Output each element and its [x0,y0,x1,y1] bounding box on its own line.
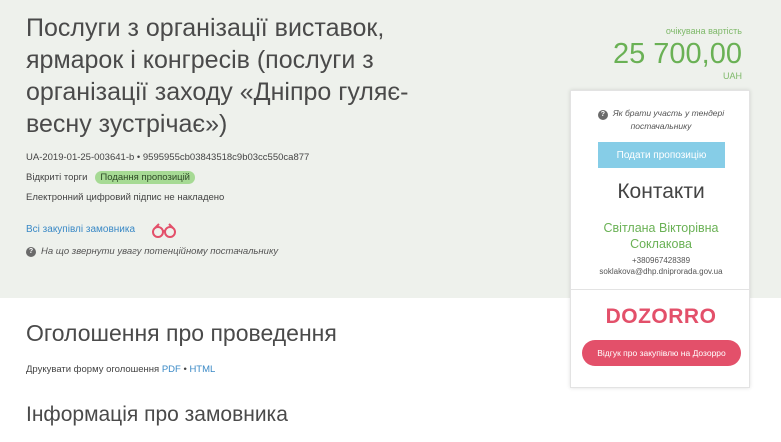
signature-status: Електронний цифровий підпис не накладено [26,192,225,203]
how-to-participate[interactable]: ? Як брати участь у тендері постачальнику [571,107,751,133]
dozorro-feedback-button[interactable]: Відгук про закупівлю на Дозорро [582,340,741,366]
how-to-participate-text: Як брати участь у тендері постачальнику [612,108,725,131]
customer-info-title: Інформація про замовника [26,403,288,426]
procedure-row: Відкриті торги Подання пропозицій [26,171,195,184]
procedure-type: Відкриті торги [26,172,88,183]
contacts-title: Контакти [617,180,705,203]
print-form-label: Друкувати форму оголошення [26,364,160,375]
submit-proposal-button[interactable]: Подати пропозицію [598,142,725,168]
contact-phone: +380967428389 [631,256,691,265]
tender-id-line: UA-2019-01-25-003641-b • 9595955cb038435… [26,152,309,163]
question-circle-icon: ? [597,110,608,120]
contact-email: soklakova@dhp.dniprorada.gov.ua [599,267,723,276]
status-badge: Подання пропозицій [95,171,195,184]
contact-name: Світлана Вікторівна Соклакова [603,221,719,251]
attention-hint[interactable]: ? На що звернути увагу потенційному пост… [26,246,278,257]
tender-id: UA-2019-01-25-003641-b [26,152,135,163]
all-customer-purchases-link[interactable]: Всі закупівлі замовника [26,224,135,235]
announcement-title: Оголошення про проведення [26,320,337,346]
dozorro-logo: DOZORRO [605,305,717,328]
print-html-link[interactable]: HTML [189,364,215,375]
expected-value-amount: 25 700,00 [612,38,742,70]
print-form-row: Друкувати форму оголошення PDF • HTML [26,364,215,375]
expected-value-currency: UAH [722,71,742,81]
question-circle-icon: ? [26,246,36,257]
binoculars-icon[interactable] [150,222,178,238]
print-pdf-link[interactable]: PDF [162,364,181,375]
attention-hint-text: На що звернути увагу потенційному постач… [41,246,279,257]
tender-title: Послуги з організації виставок, ярмарок … [26,14,409,138]
expected-value-label: очікувана вартість [665,26,742,36]
tender-hash: 9595955cb03843518c9b03cc550ca877 [142,152,310,163]
card-divider [571,289,751,290]
print-separator: • [183,364,187,375]
sidebar-card: ? Як брати участь у тендері постачальнику… [570,90,751,388]
id-separator: • [136,152,141,163]
